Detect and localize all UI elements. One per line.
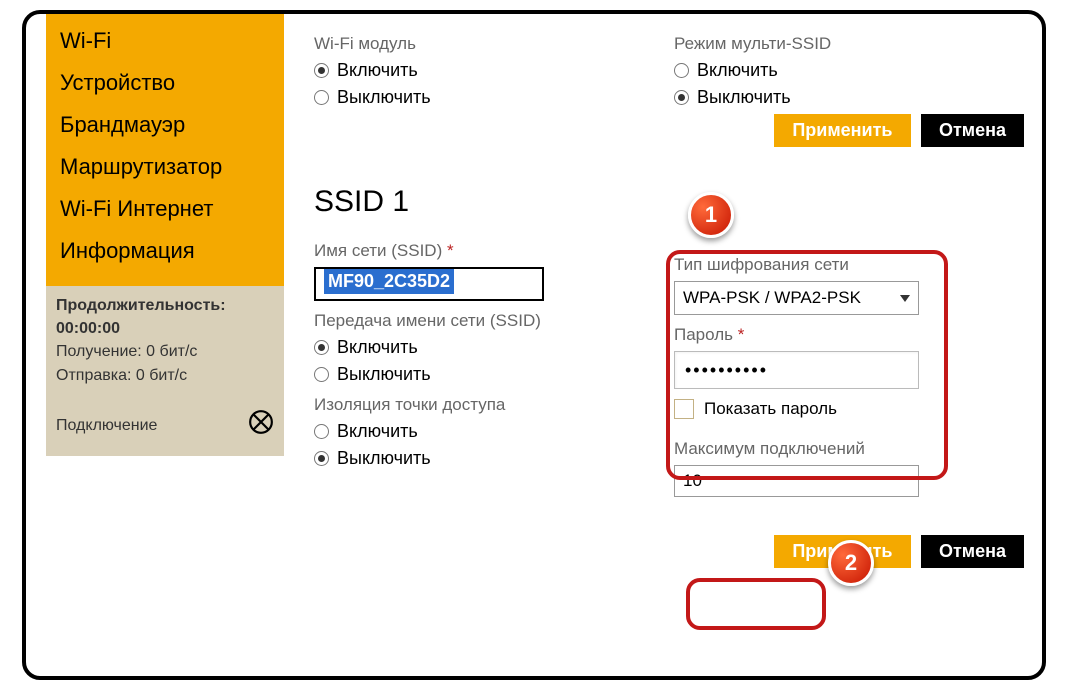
ssid-heading: SSID 1 xyxy=(314,185,1024,219)
duration-value: 00:00:00 xyxy=(56,317,274,340)
radio-icon xyxy=(674,90,689,105)
app-frame: Wi-Fi Устройство Брандмауэр Маршрутизато… xyxy=(22,10,1046,680)
ssid-name-input[interactable]: MF90_2C35D2 xyxy=(314,267,544,301)
nav-menu: Wi-Fi Устройство Брандмауэр Маршрутизато… xyxy=(46,14,284,286)
nav-item-wifi-internet[interactable]: Wi-Fi Интернет xyxy=(46,188,284,230)
connection-label: Подключение xyxy=(56,414,157,437)
multi-ssid-label: Режим мульти-SSID xyxy=(674,34,1024,54)
main-content: Wi-Fi модуль Включить Выключить Режим му… xyxy=(314,24,1024,568)
apply-button-top[interactable]: Применить xyxy=(774,114,910,147)
sidebar: Wi-Fi Устройство Брандмауэр Маршрутизато… xyxy=(46,14,284,456)
radio-icon xyxy=(314,367,329,382)
step-badge-1: 1 xyxy=(688,192,734,238)
multi-ssid-disable[interactable]: Выключить xyxy=(674,87,1024,108)
broadcast-enable[interactable]: Включить xyxy=(314,337,664,358)
disconnected-icon xyxy=(248,409,274,442)
multi-ssid-enable[interactable]: Включить xyxy=(674,60,1024,81)
duration-label: Продолжительность: xyxy=(56,294,274,317)
nav-item-wifi[interactable]: Wi-Fi xyxy=(46,20,284,62)
radio-icon xyxy=(314,63,329,78)
max-conn-input[interactable]: 10 xyxy=(674,465,919,497)
nav-item-router[interactable]: Маршрутизатор xyxy=(46,146,284,188)
show-password-toggle[interactable]: Показать пароль xyxy=(674,399,1024,419)
isolation-label: Изоляция точки доступа xyxy=(314,395,664,415)
chevron-down-icon xyxy=(900,295,910,302)
max-conn-label: Максимум подключений xyxy=(674,439,1024,459)
tx-value: Отправка: 0 бит/с xyxy=(56,364,274,387)
encryption-label: Тип шифрования сети xyxy=(674,255,1024,275)
wifi-module-disable[interactable]: Выключить xyxy=(314,87,664,108)
encryption-select[interactable]: WPA-PSK / WPA2-PSK xyxy=(674,281,919,315)
radio-icon xyxy=(314,424,329,439)
radio-icon xyxy=(314,451,329,466)
step-badge-2: 2 xyxy=(828,540,874,586)
broadcast-disable[interactable]: Выключить xyxy=(314,364,664,385)
nav-item-firewall[interactable]: Брандмауэр xyxy=(46,104,284,146)
password-label: Пароль * xyxy=(674,325,1024,345)
status-panel: Продолжительность: 00:00:00 Получение: 0… xyxy=(46,286,284,456)
isolation-enable[interactable]: Включить xyxy=(314,421,664,442)
wifi-module-label: Wi-Fi модуль xyxy=(314,34,664,54)
checkbox-icon xyxy=(674,399,694,419)
ssid-name-label: Имя сети (SSID) * xyxy=(314,241,664,261)
radio-icon xyxy=(314,340,329,355)
nav-item-info[interactable]: Информация xyxy=(46,230,284,272)
radio-icon xyxy=(674,63,689,78)
isolation-disable[interactable]: Выключить xyxy=(314,448,664,469)
wifi-module-enable[interactable]: Включить xyxy=(314,60,664,81)
nav-item-device[interactable]: Устройство xyxy=(46,62,284,104)
rx-value: Получение: 0 бит/с xyxy=(56,340,274,363)
cancel-button-bottom[interactable]: Отмена xyxy=(921,535,1024,568)
cancel-button-top[interactable]: Отмена xyxy=(921,114,1024,147)
broadcast-label: Передача имени сети (SSID) xyxy=(314,311,664,331)
password-input[interactable]: •••••••••• xyxy=(674,351,919,389)
radio-icon xyxy=(314,90,329,105)
